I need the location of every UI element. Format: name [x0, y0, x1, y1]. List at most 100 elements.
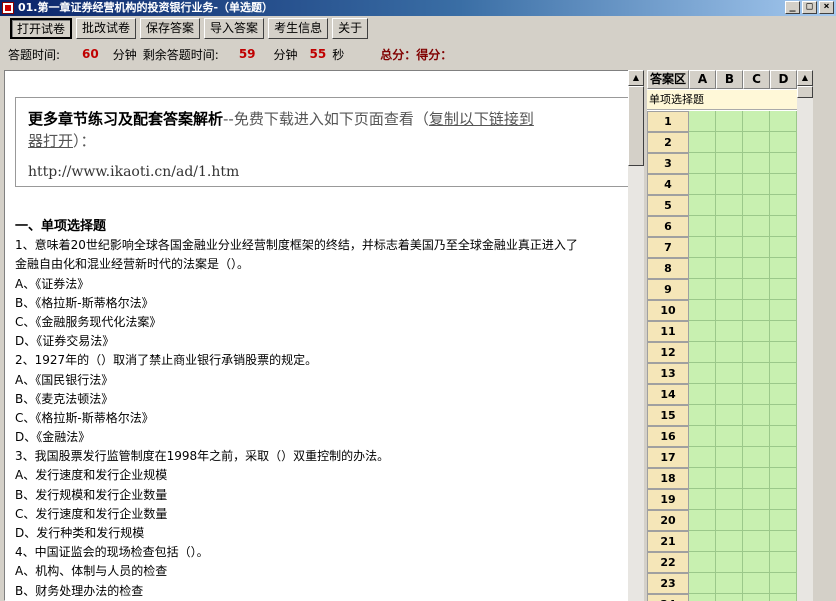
answer-cell-a[interactable] [689, 321, 716, 342]
title-bar[interactable]: 01.第一章证券经营机构的投资银行业务-（单选题） _ □ × [0, 0, 836, 16]
answer-cell-a[interactable] [689, 552, 716, 573]
answer-cell-d[interactable] [770, 153, 797, 174]
answer-cell-d[interactable] [770, 489, 797, 510]
answer-cell-c[interactable] [743, 405, 770, 426]
answer-cell-a[interactable] [689, 573, 716, 594]
answer-cell-a[interactable] [689, 153, 716, 174]
answer-cell-a[interactable] [689, 300, 716, 321]
answer-cell-d[interactable] [770, 111, 797, 132]
answer-cell-b[interactable] [716, 153, 743, 174]
answer-cell-c[interactable] [743, 342, 770, 363]
answer-cell-b[interactable] [716, 132, 743, 153]
answer-cell-a[interactable] [689, 363, 716, 384]
answer-cell-b[interactable] [716, 426, 743, 447]
answer-cell-c[interactable] [743, 279, 770, 300]
answer-cell-c[interactable] [743, 153, 770, 174]
answer-scroll-thumb[interactable] [797, 86, 813, 98]
open-paper-button[interactable]: 打开试卷 [10, 18, 73, 39]
answer-cell-b[interactable] [716, 321, 743, 342]
answer-cell-b[interactable] [716, 237, 743, 258]
answer-cell-a[interactable] [689, 279, 716, 300]
answer-cell-b[interactable] [716, 216, 743, 237]
answer-cell-a[interactable] [689, 468, 716, 489]
scroll-up-arrow-icon[interactable]: ▲ [628, 70, 644, 86]
answer-cell-b[interactable] [716, 174, 743, 195]
answer-cell-c[interactable] [743, 363, 770, 384]
answer-cell-c[interactable] [743, 552, 770, 573]
answer-cell-d[interactable] [770, 342, 797, 363]
answer-cell-c[interactable] [743, 174, 770, 195]
answer-cell-b[interactable] [716, 552, 743, 573]
answer-cell-a[interactable] [689, 594, 716, 601]
answer-cell-d[interactable] [770, 321, 797, 342]
answer-cell-b[interactable] [716, 342, 743, 363]
answer-cell-c[interactable] [743, 489, 770, 510]
answer-cell-d[interactable] [770, 132, 797, 153]
answer-cell-c[interactable] [743, 468, 770, 489]
content-scrollbar[interactable]: ▲ [628, 70, 644, 601]
answer-cell-d[interactable] [770, 573, 797, 594]
about-button[interactable]: 关于 [332, 18, 369, 39]
answer-cell-b[interactable] [716, 363, 743, 384]
ad-link-cont[interactable]: 器打开 [28, 132, 73, 150]
answer-cell-c[interactable] [743, 510, 770, 531]
save-answers-button[interactable]: 保存答案 [140, 18, 201, 39]
answer-cell-c[interactable] [743, 573, 770, 594]
answer-cell-b[interactable] [716, 468, 743, 489]
answer-cell-c[interactable] [743, 111, 770, 132]
answer-cell-d[interactable] [770, 447, 797, 468]
answer-cell-c[interactable] [743, 258, 770, 279]
answer-cell-d[interactable] [770, 300, 797, 321]
answer-scroll-up-arrow-icon[interactable]: ▲ [797, 70, 813, 86]
answer-cell-b[interactable] [716, 258, 743, 279]
examinee-info-button[interactable]: 考生信息 [268, 18, 329, 39]
answer-cell-b[interactable] [716, 279, 743, 300]
answer-cell-c[interactable] [743, 384, 770, 405]
answer-cell-d[interactable] [770, 279, 797, 300]
answer-cell-b[interactable] [716, 195, 743, 216]
answer-cell-a[interactable] [689, 489, 716, 510]
answer-cell-c[interactable] [743, 216, 770, 237]
answer-cell-d[interactable] [770, 594, 797, 601]
answer-cell-c[interactable] [743, 195, 770, 216]
answer-cell-a[interactable] [689, 216, 716, 237]
answer-cell-a[interactable] [689, 384, 716, 405]
answer-cell-d[interactable] [770, 552, 797, 573]
answer-cell-d[interactable] [770, 510, 797, 531]
answer-cell-c[interactable] [743, 426, 770, 447]
answer-cell-a[interactable] [689, 174, 716, 195]
answer-cell-a[interactable] [689, 531, 716, 552]
answer-cell-d[interactable] [770, 531, 797, 552]
scroll-thumb[interactable] [628, 86, 644, 166]
answer-scrollbar[interactable]: ▲ [797, 70, 813, 601]
answer-cell-c[interactable] [743, 237, 770, 258]
answer-cell-b[interactable] [716, 531, 743, 552]
answer-cell-a[interactable] [689, 258, 716, 279]
answer-cell-c[interactable] [743, 531, 770, 552]
answer-cell-a[interactable] [689, 195, 716, 216]
answer-cell-a[interactable] [689, 237, 716, 258]
answer-cell-d[interactable] [770, 384, 797, 405]
answer-cell-a[interactable] [689, 111, 716, 132]
answer-cell-d[interactable] [770, 237, 797, 258]
answer-cell-b[interactable] [716, 573, 743, 594]
answer-cell-c[interactable] [743, 300, 770, 321]
answer-cell-b[interactable] [716, 594, 743, 601]
answer-cell-d[interactable] [770, 174, 797, 195]
answer-cell-d[interactable] [770, 468, 797, 489]
answer-cell-d[interactable] [770, 363, 797, 384]
answer-cell-b[interactable] [716, 300, 743, 321]
grade-paper-button[interactable]: 批改试卷 [76, 18, 137, 39]
answer-cell-c[interactable] [743, 594, 770, 601]
answer-cell-a[interactable] [689, 132, 716, 153]
answer-cell-b[interactable] [716, 384, 743, 405]
answer-cell-d[interactable] [770, 216, 797, 237]
maximize-button[interactable]: □ [802, 1, 817, 14]
answer-cell-b[interactable] [716, 510, 743, 531]
answer-cell-d[interactable] [770, 426, 797, 447]
answer-cell-c[interactable] [743, 132, 770, 153]
answer-cell-a[interactable] [689, 405, 716, 426]
answer-cell-a[interactable] [689, 426, 716, 447]
close-button[interactable]: × [819, 1, 834, 14]
ad-link[interactable]: 复制以下链接到 [429, 110, 534, 128]
